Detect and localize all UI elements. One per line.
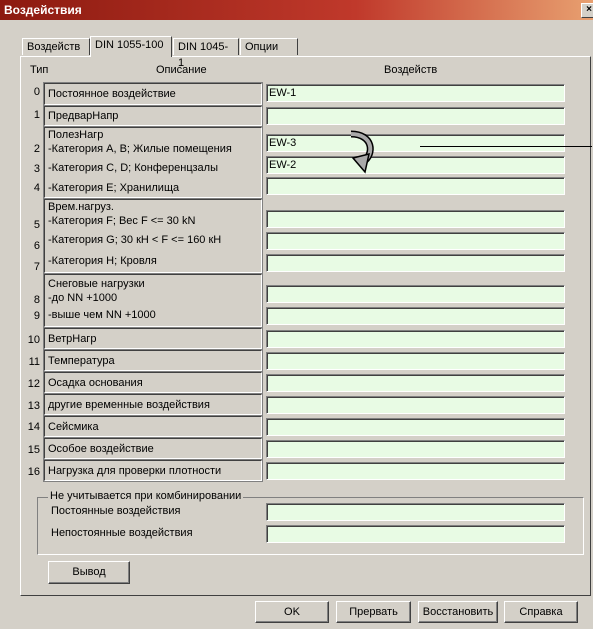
variable-label: Непостоянные воздействия (51, 527, 193, 539)
title-bar[interactable]: Воздействия × (0, 0, 593, 20)
effect-field[interactable] (266, 307, 565, 325)
annotation-line (420, 146, 592, 147)
row-description: Осадка основания (43, 371, 263, 394)
effect-field[interactable] (266, 396, 565, 414)
row-label: Снеговые нагрузки (48, 278, 145, 290)
help-button[interactable]: Справка (504, 601, 578, 623)
row-label: -Категория H; Кровля (48, 255, 157, 267)
row-number: 4 (33, 182, 40, 194)
row-label: -Категория E; Хранилища (48, 182, 180, 194)
row-label: другие временные воздействия (48, 399, 210, 411)
swap-arrow-icon (350, 130, 374, 174)
row-number: 10 (27, 334, 40, 346)
row-description: Особое воздействие (43, 437, 263, 460)
restore-button[interactable]: Восстановить (418, 601, 498, 623)
row-number: 2 (33, 143, 40, 155)
row-label: Температура (48, 355, 115, 367)
effect-field[interactable] (266, 254, 565, 272)
permanent-effects-field[interactable] (266, 503, 565, 521)
permanent-label: Постоянные воздействия (51, 505, 181, 517)
row-description: ПредварНапр (43, 105, 263, 127)
effect-field[interactable] (266, 232, 565, 250)
dialog-window: Воздействия × Воздейств DIN 1055-100 DIN… (0, 0, 593, 629)
effect-field[interactable]: EW-1 (266, 84, 565, 102)
row-label: -Категория F; Вес F <= 30 kN (48, 215, 196, 227)
row-number: 1 (33, 109, 40, 121)
row-label: ПолезНагр (48, 129, 104, 141)
effect-field[interactable]: EW-3 (266, 134, 565, 152)
window-title: Воздействия (4, 3, 82, 17)
row-number: 12 (27, 378, 40, 390)
row-label: Особое воздействие (48, 443, 154, 455)
row-number: 6 (33, 240, 40, 252)
effect-field[interactable] (266, 107, 565, 125)
row-label: Нагрузка для проверки плотности (48, 465, 222, 477)
row-description: Снеговые нагрузки -до NN +1000 -выше чем… (43, 273, 263, 328)
row-number: 8 (33, 294, 40, 306)
row-label: ВетрНагр (48, 333, 97, 345)
effect-field[interactable] (266, 177, 565, 195)
row-description: Нагрузка для проверки плотности (43, 459, 263, 482)
abort-button[interactable]: Прервать (336, 601, 411, 623)
row-description: Врем.нагруз. -Категория F; Вес F <= 30 k… (43, 198, 263, 274)
effect-field[interactable] (266, 440, 565, 458)
row-label: Врем.нагруз. (48, 201, 114, 213)
effect-field[interactable] (266, 330, 565, 348)
excluded-group-title: Не учитывается при комбинировании (48, 490, 244, 502)
variable-effects-field[interactable] (266, 525, 565, 543)
row-number: 5 (33, 219, 40, 231)
row-label: -Категория A, B; Жилые помещения (48, 143, 232, 155)
row-label: Сейсмика (48, 421, 99, 433)
effect-field[interactable] (266, 462, 565, 480)
effect-field[interactable]: EW-2 (266, 156, 565, 174)
tab-din-1045-1[interactable]: DIN 1045-1 (173, 38, 239, 69)
row-number: 11 (28, 356, 40, 368)
row-description: Постоянное воздействие (43, 82, 263, 106)
row-label: ПредварНапр (48, 110, 119, 122)
row-number: 16 (27, 466, 40, 478)
close-icon[interactable]: × (581, 3, 593, 18)
row-description: другие временные воздействия (43, 393, 263, 416)
row-number: 14 (27, 421, 40, 433)
row-number: 0 (33, 86, 40, 98)
row-label: -Категория C, D; Конференцзалы (48, 162, 218, 174)
row-number: 3 (33, 163, 40, 175)
tab-options[interactable]: Опции (240, 38, 298, 55)
row-label: -Категория G; 30 кН < F <= 160 кН (48, 234, 222, 246)
row-label: -выше чем NN +1000 (48, 309, 156, 321)
effect-field[interactable] (266, 285, 565, 303)
output-button[interactable]: Вывод (48, 561, 130, 584)
row-number: 13 (27, 400, 40, 412)
column-header-type: Тип (30, 64, 49, 76)
row-label: -до NN +1000 (48, 292, 118, 304)
row-description: ПолезНагр -Категория A, B; Жилые помещен… (43, 126, 263, 199)
column-header-description: Описание (156, 64, 207, 76)
row-number: 15 (27, 444, 40, 456)
row-label: Постоянное воздействие (48, 88, 176, 100)
row-number: 9 (33, 310, 40, 322)
row-description: Сейсмика (43, 415, 263, 438)
effect-field[interactable] (266, 210, 565, 228)
tab-effects[interactable]: Воздейств (22, 38, 90, 55)
ok-button[interactable]: OK (255, 601, 329, 623)
tab-din-1055-100[interactable]: DIN 1055-100 (90, 36, 172, 57)
row-label: Осадка основания (48, 377, 143, 389)
row-description: Температура (43, 349, 263, 372)
effect-field[interactable] (266, 352, 565, 370)
column-header-effect: Воздейств (384, 64, 438, 76)
effect-field[interactable] (266, 418, 565, 436)
effect-field[interactable] (266, 374, 565, 392)
row-description: ВетрНагр (43, 327, 263, 350)
row-number: 7 (33, 261, 40, 273)
